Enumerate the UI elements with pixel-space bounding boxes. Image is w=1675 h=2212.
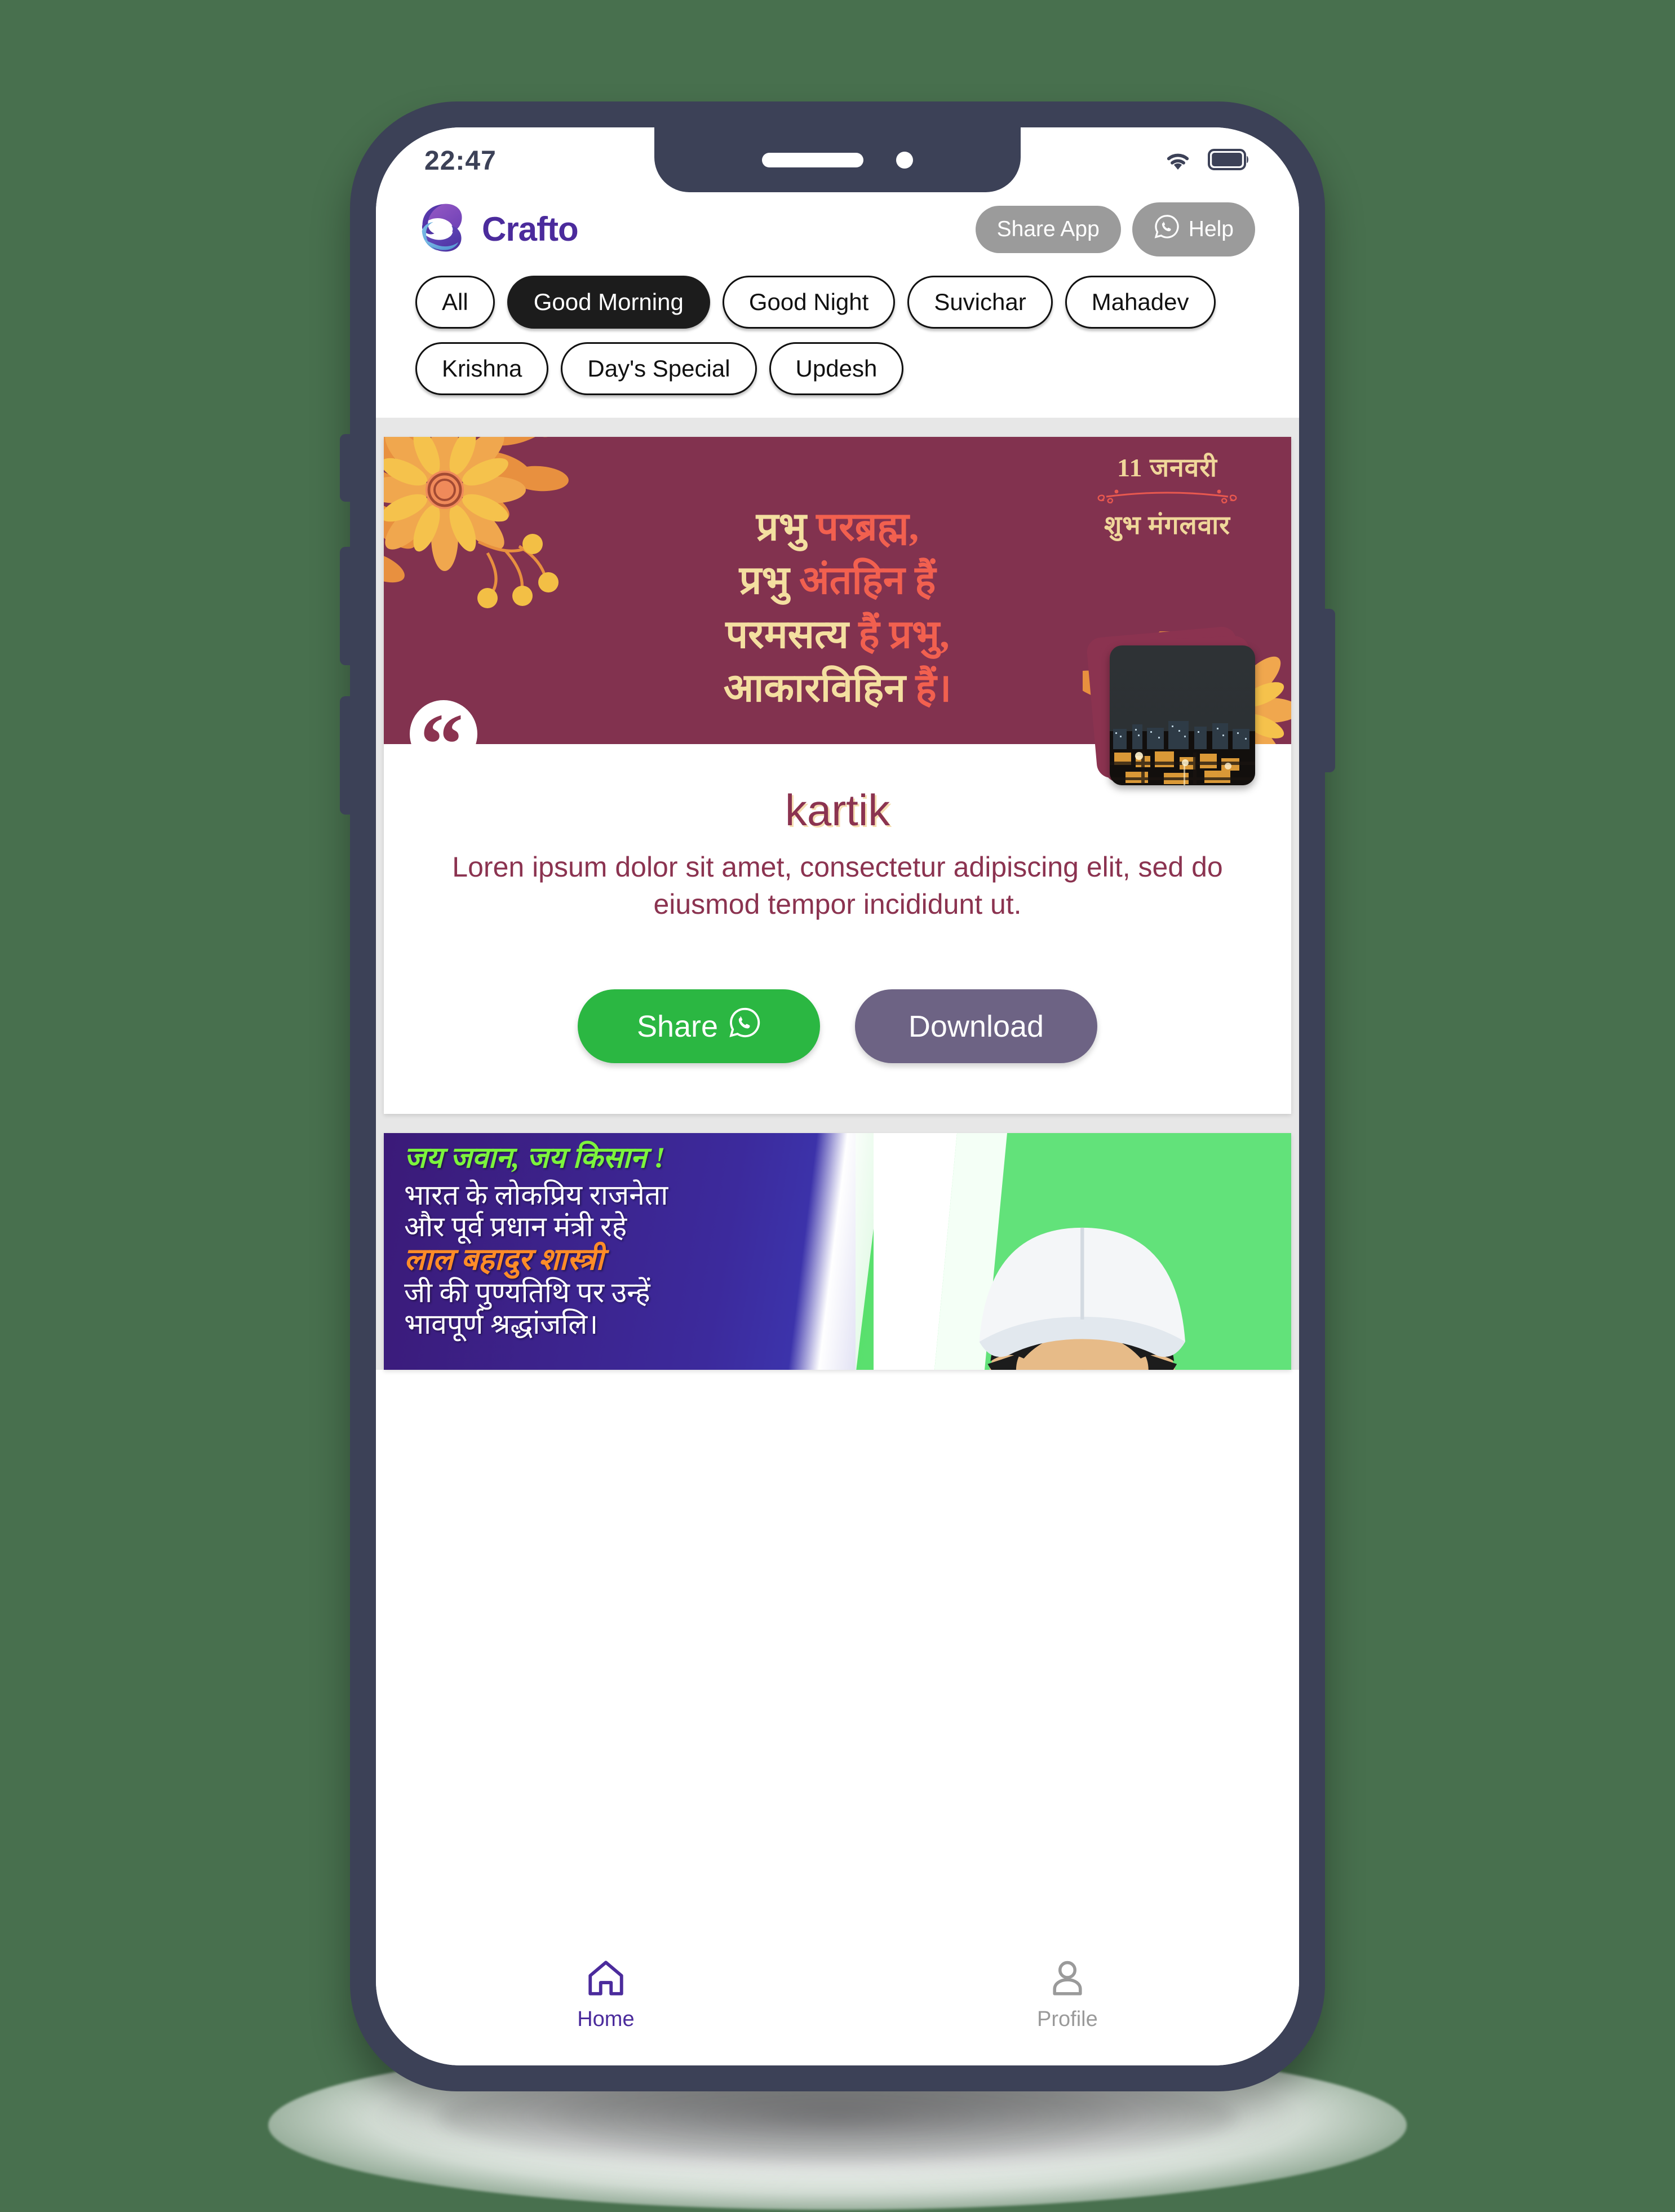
help-label: Help (1188, 216, 1234, 241)
chip-krishna[interactable]: Krishna (415, 342, 549, 395)
phone-notch (654, 127, 1021, 192)
whatsapp-icon (728, 1006, 761, 1046)
content-feed[interactable]: 11 जनवरी शुभ मंगलवार प्रभु परब्रह्म, प्र… (376, 418, 1299, 1370)
wifi-icon (1163, 147, 1193, 175)
brand-name: Crafto (482, 210, 579, 248)
quote-line-2: प्रभु अंतहिन हैं (739, 559, 936, 603)
chip-mahadev[interactable]: Mahadev (1065, 276, 1216, 329)
nav-label-home: Home (577, 2007, 635, 2031)
header-actions: Share App Help (975, 202, 1255, 256)
banner-line-4: भावपूर्ण श्रद्धांजलि। (404, 1308, 599, 1340)
status-icons (1163, 147, 1251, 175)
download-label: Download (908, 1009, 1044, 1043)
app-header: Crafto Share App Help (376, 194, 1299, 256)
share-app-label: Share App (996, 216, 1100, 241)
battery-full-icon (1208, 148, 1251, 174)
chip-updesh[interactable]: Updesh (769, 342, 904, 395)
earpiece-speaker (762, 152, 863, 167)
chip-good-night[interactable]: Good Night (722, 276, 896, 329)
nav-label-profile: Profile (1037, 2007, 1098, 2031)
chip-all[interactable]: All (415, 276, 495, 329)
banner-person-name: लाल बहादुर शास्त्री (404, 1242, 604, 1277)
quote-card[interactable]: 11 जनवरी शुभ मंगलवार प्रभु परब्रह्म, प्र… (384, 437, 1291, 1114)
crafto-logo-icon (420, 202, 472, 256)
banner-line-3: जी की पुण्यतिथि पर उन्हें (404, 1276, 650, 1308)
brand: Crafto (420, 202, 579, 256)
phone-mockup-frame: 22:47 Crafto Share App Help All Good Mor… (340, 101, 1335, 2091)
quote-mark-icon: “ (420, 696, 464, 793)
night-cityscape-photo[interactable] (1110, 645, 1255, 785)
quote-description: Loren ipsum dolor sit amet, consectetur … (452, 851, 1223, 920)
banner-heading: जय जवान, जय किसान ! (404, 1142, 666, 1174)
date-divider-ornament (1094, 486, 1240, 506)
date-day: 11 जनवरी (1117, 453, 1217, 482)
phone-volume-down-button[interactable] (340, 696, 352, 815)
quote-line-1: प्रभु परब्रह्म, (756, 506, 919, 549)
home-icon (585, 1957, 627, 2002)
lal-bahadur-shastri-portrait (874, 1133, 1291, 1370)
banner-line-1: भारत के लोकप्रिय राजनेता (404, 1179, 668, 1211)
bottom-navigation: Home Profile (376, 1938, 1299, 2065)
banner-line-2: और पूर्व प्रधान मंत्री रहे (404, 1211, 627, 1243)
phone-volume-up-button[interactable] (340, 547, 352, 665)
help-button[interactable]: Help (1132, 202, 1255, 256)
category-chip-list: All Good Morning Good Night Suvichar Mah… (376, 256, 1299, 418)
user-icon (1047, 1957, 1088, 2002)
share-button[interactable]: Share (578, 989, 820, 1063)
chip-days-special[interactable]: Day's Special (561, 342, 757, 395)
share-label: Share (636, 1009, 719, 1043)
nav-item-home[interactable]: Home (577, 1957, 635, 2032)
quote-card-actions: Share Download (384, 923, 1291, 1114)
share-app-button[interactable]: Share App (975, 205, 1121, 253)
chip-good-morning[interactable]: Good Morning (507, 276, 710, 329)
download-button[interactable]: Download (855, 989, 1097, 1063)
whatsapp-icon (1154, 214, 1180, 245)
phone-screen: 22:47 Crafto Share App Help All Good Mor… (376, 127, 1299, 2065)
shastri-banner-card[interactable]: जय जवान, जय किसान ! भारत के लोकप्रिय राज… (384, 1133, 1291, 1370)
phone-power-button[interactable] (1323, 609, 1335, 772)
status-time: 22:47 (424, 145, 497, 176)
quote-thumbnail[interactable] (1085, 625, 1260, 786)
phone-silent-switch[interactable] (340, 434, 352, 502)
banner-text: जय जवान, जय किसान ! भारत के लोकप्रिय राज… (404, 1142, 930, 1340)
nav-item-profile[interactable]: Profile (1037, 1957, 1098, 2032)
front-camera-icon (896, 151, 913, 169)
quote-card-body: “ kartik Loren ipsum dolor sit amet, con… (384, 625, 1291, 1114)
chip-suvichar[interactable]: Suvichar (907, 276, 1053, 329)
